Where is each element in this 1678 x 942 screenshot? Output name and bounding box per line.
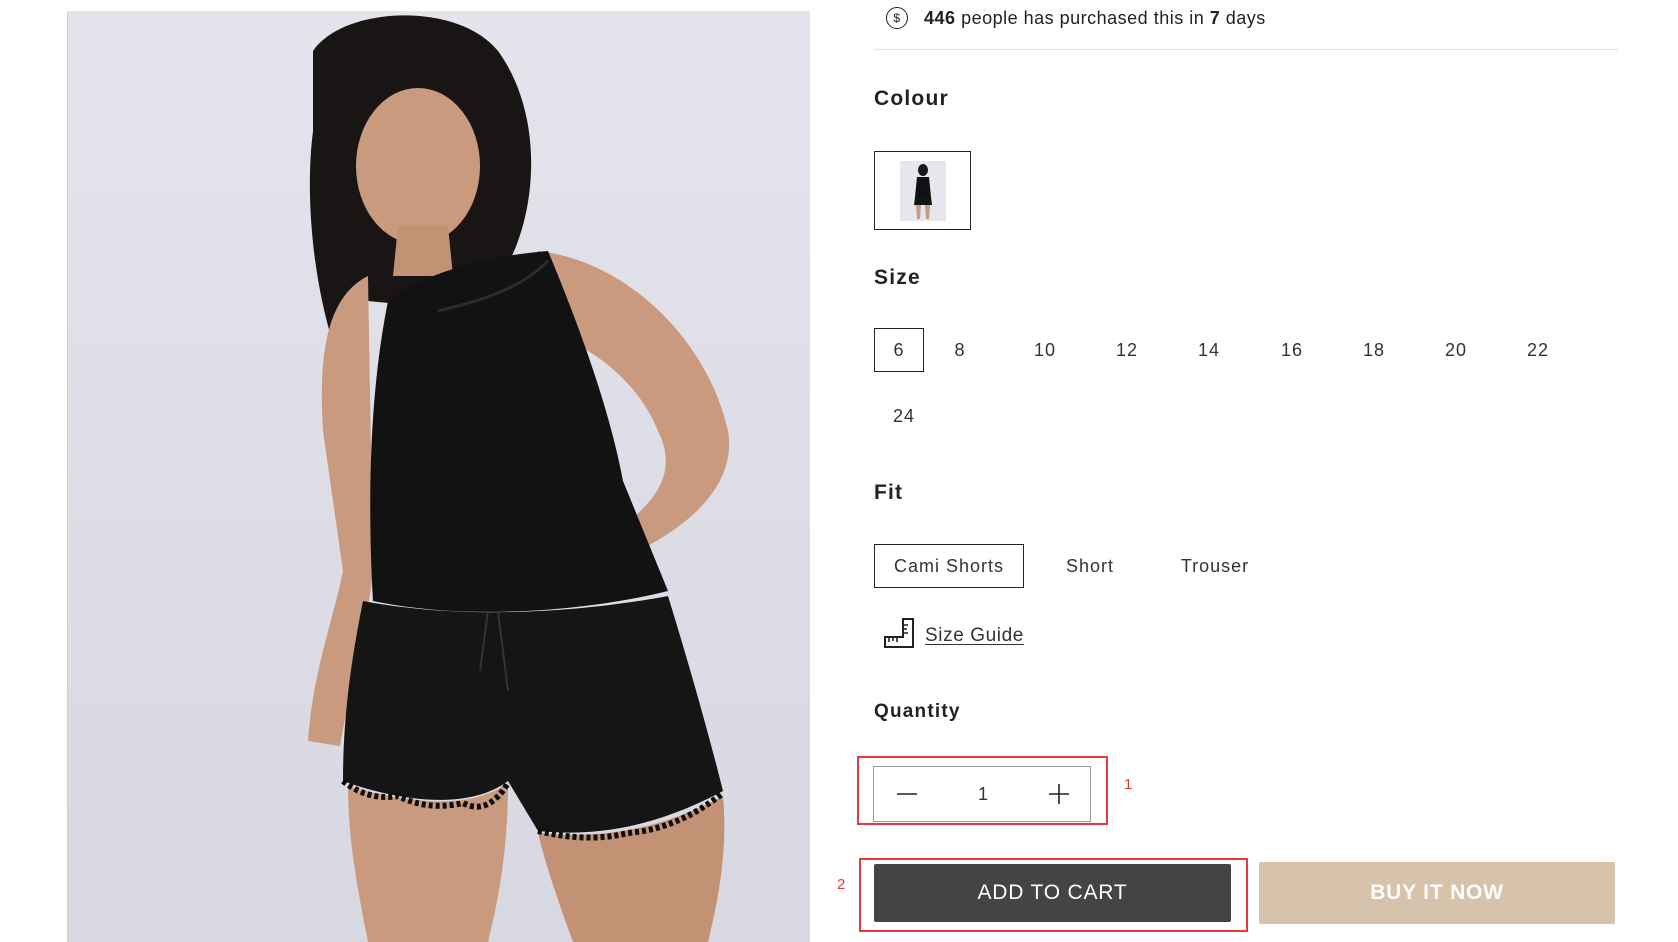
purchase-notice: $ 446 people has purchased this in 7 day…: [886, 4, 1266, 32]
add-to-cart-button[interactable]: ADD TO CART: [874, 864, 1231, 922]
size-option-24[interactable]: 24: [874, 394, 934, 438]
quantity-label: Quantity: [874, 701, 961, 722]
minus-icon[interactable]: [894, 781, 920, 807]
size-guide-label[interactable]: Size Guide: [925, 625, 1024, 647]
size-label: Size: [874, 266, 921, 289]
model-photo: [308, 15, 730, 942]
size-option-6[interactable]: 6: [874, 328, 924, 372]
size-option-18[interactable]: 18: [1344, 328, 1404, 372]
divider: [874, 49, 1618, 50]
fit-label: Fit: [874, 481, 904, 504]
annotation-marker-2: 2: [837, 876, 846, 893]
product-page: $ 446 people has purchased this in 7 day…: [0, 0, 1678, 942]
dollar-coin-icon: $: [886, 7, 908, 29]
size-option-22[interactable]: 22: [1508, 328, 1568, 372]
colour-label: Colour: [874, 87, 949, 110]
fit-option-cami-shorts[interactable]: Cami Shorts: [874, 544, 1024, 588]
product-image[interactable]: [67, 11, 810, 942]
annotation-marker-1: 1: [1124, 776, 1133, 793]
size-option-10[interactable]: 10: [1015, 328, 1075, 372]
quantity-input[interactable]: 1: [953, 784, 1013, 805]
plus-icon[interactable]: [1046, 781, 1072, 807]
buy-now-button[interactable]: BUY IT NOW: [1259, 862, 1615, 924]
quantity-stepper[interactable]: 1: [873, 766, 1091, 822]
ruler-icon: [883, 617, 915, 655]
swatch-thumbnail: [899, 160, 946, 221]
size-option-16[interactable]: 16: [1262, 328, 1322, 372]
fit-option-short[interactable]: Short: [1045, 544, 1135, 588]
colour-swatch-selected[interactable]: [874, 151, 971, 230]
purchase-text: people has purchased this in: [961, 7, 1205, 28]
purchase-days: 7: [1209, 7, 1221, 28]
size-guide-link[interactable]: Size Guide: [883, 618, 1024, 654]
purchase-count: 446: [924, 7, 956, 28]
size-option-8[interactable]: 8: [935, 328, 985, 372]
purchase-text-end: days: [1225, 7, 1266, 28]
size-option-20[interactable]: 20: [1426, 328, 1486, 372]
size-option-12[interactable]: 12: [1097, 328, 1157, 372]
size-option-14[interactable]: 14: [1179, 328, 1239, 372]
fit-option-trouser[interactable]: Trouser: [1160, 544, 1270, 588]
